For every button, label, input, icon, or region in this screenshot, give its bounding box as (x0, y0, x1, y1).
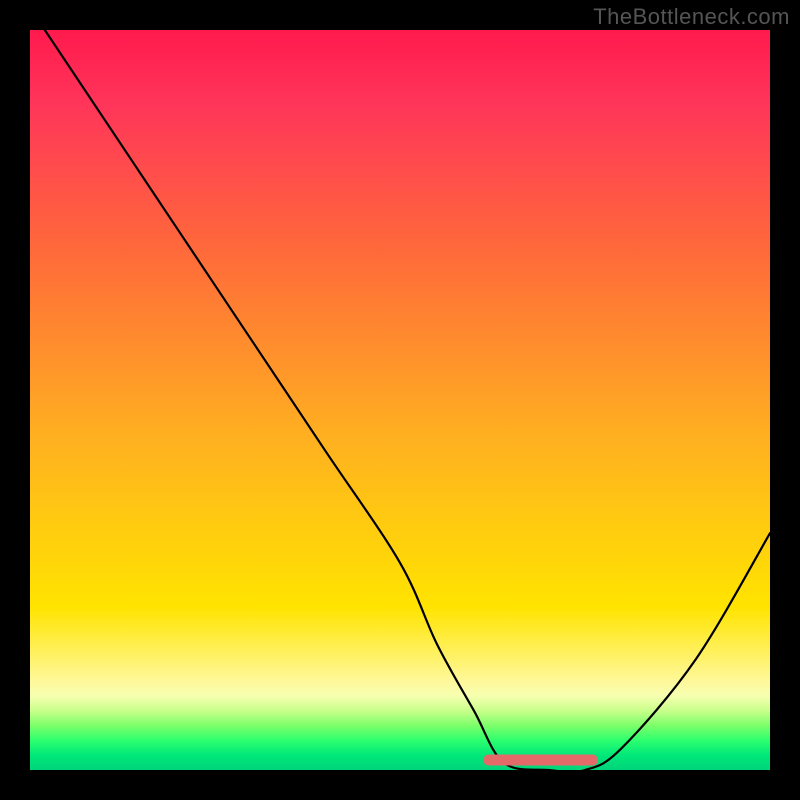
chart-frame: TheBottleneck.com (0, 0, 800, 800)
watermark-text: TheBottleneck.com (593, 4, 790, 30)
plot-area (30, 30, 770, 770)
bottleneck-curve (45, 30, 770, 770)
curve-layer (30, 30, 770, 770)
